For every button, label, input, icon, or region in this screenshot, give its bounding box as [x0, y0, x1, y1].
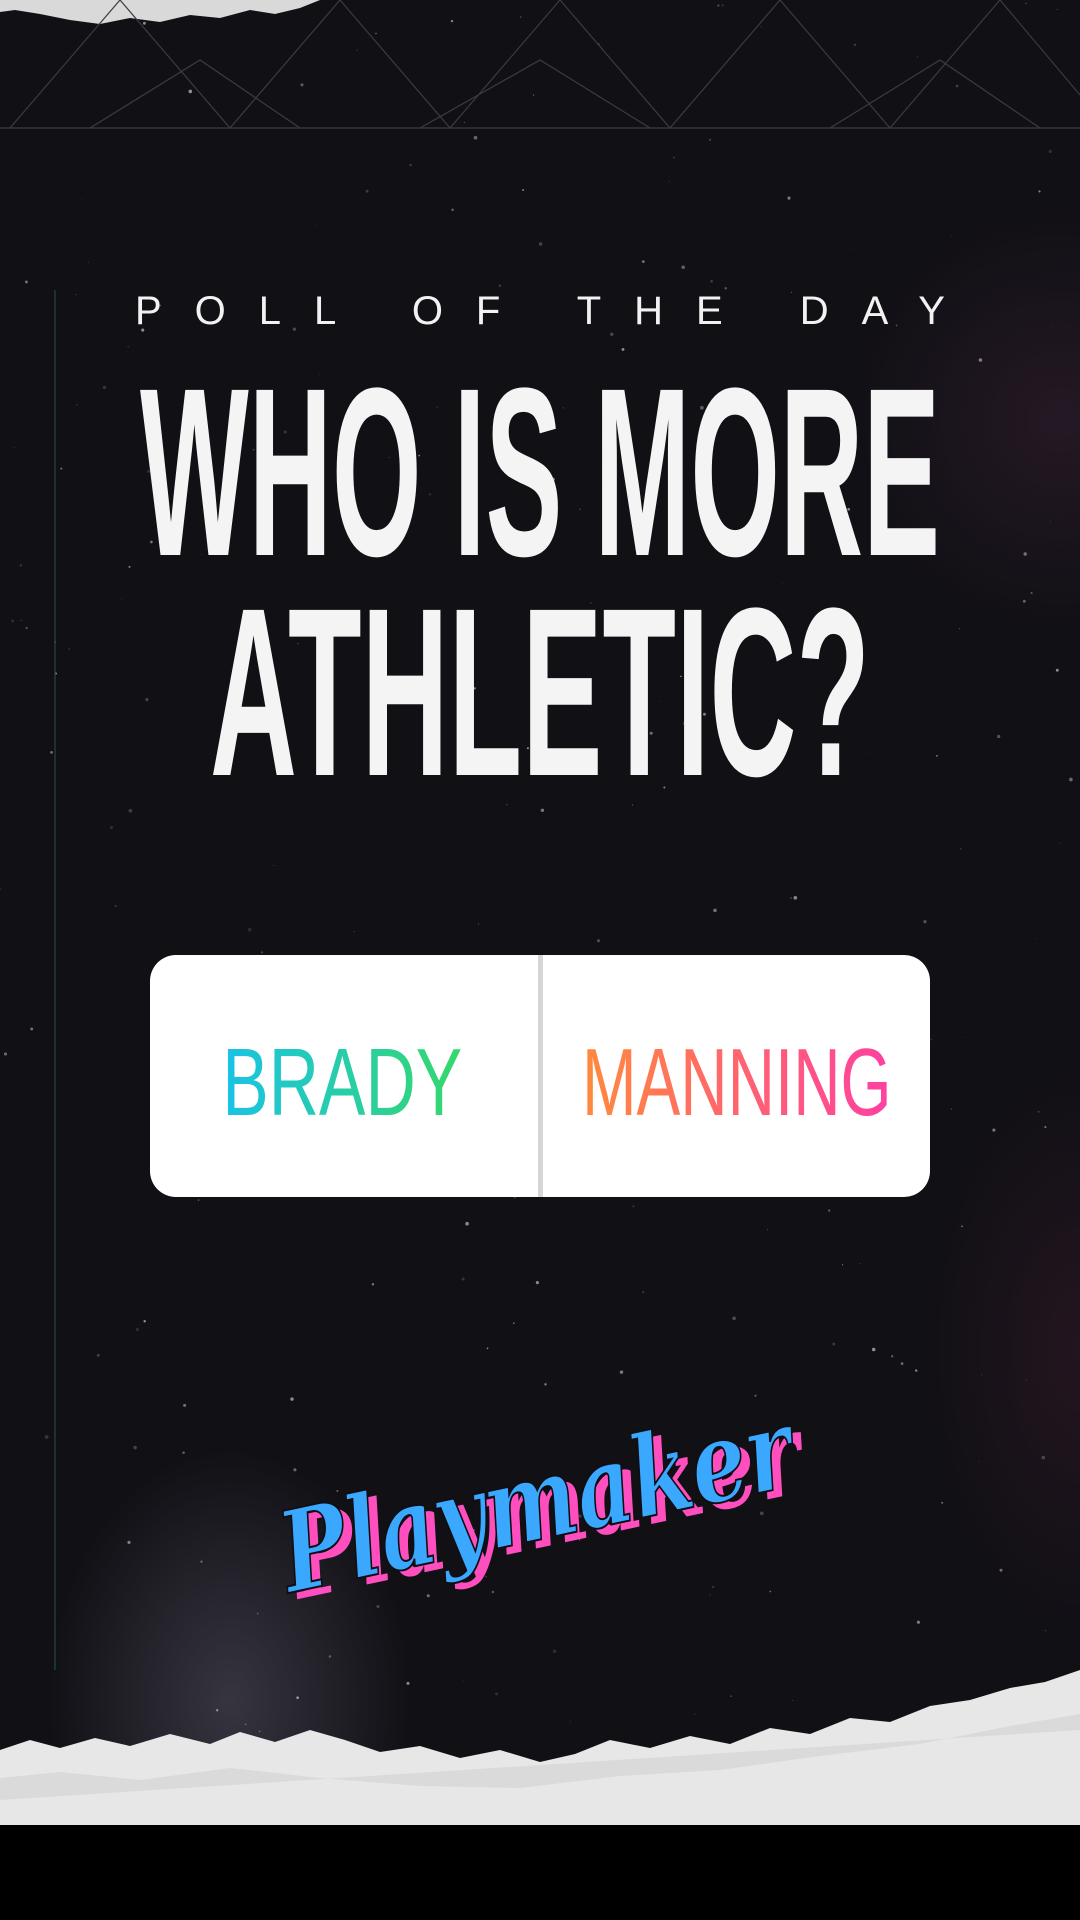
poll-option-manning[interactable]: MANNING: [543, 955, 931, 1197]
playmaker-logo: Playmaker Playmaker: [265, 1405, 819, 1600]
torn-paper-bottom: [0, 1670, 1080, 1825]
poll-kicker: POLL OF THE DAY: [0, 282, 1080, 333]
headline-line-2: ATHLETIC?: [210, 558, 870, 795]
kicker-text: POLL OF THE DAY: [135, 289, 945, 332]
triangle-line-pattern: [0, 0, 1080, 129]
poll-sticker: BRADY MANNING: [150, 955, 930, 1197]
poll-option-manning-label: MANNING: [581, 1029, 891, 1136]
instagram-story-background: POLL OF THE DAY WHO IS MORE ATHLETIC? BR…: [0, 0, 1080, 1825]
poll-option-brady-label: BRADY: [222, 1029, 462, 1136]
question-headline: WHO IS MORE ATHLETIC?: [0, 338, 1080, 826]
poll-option-brady[interactable]: BRADY: [150, 955, 538, 1197]
